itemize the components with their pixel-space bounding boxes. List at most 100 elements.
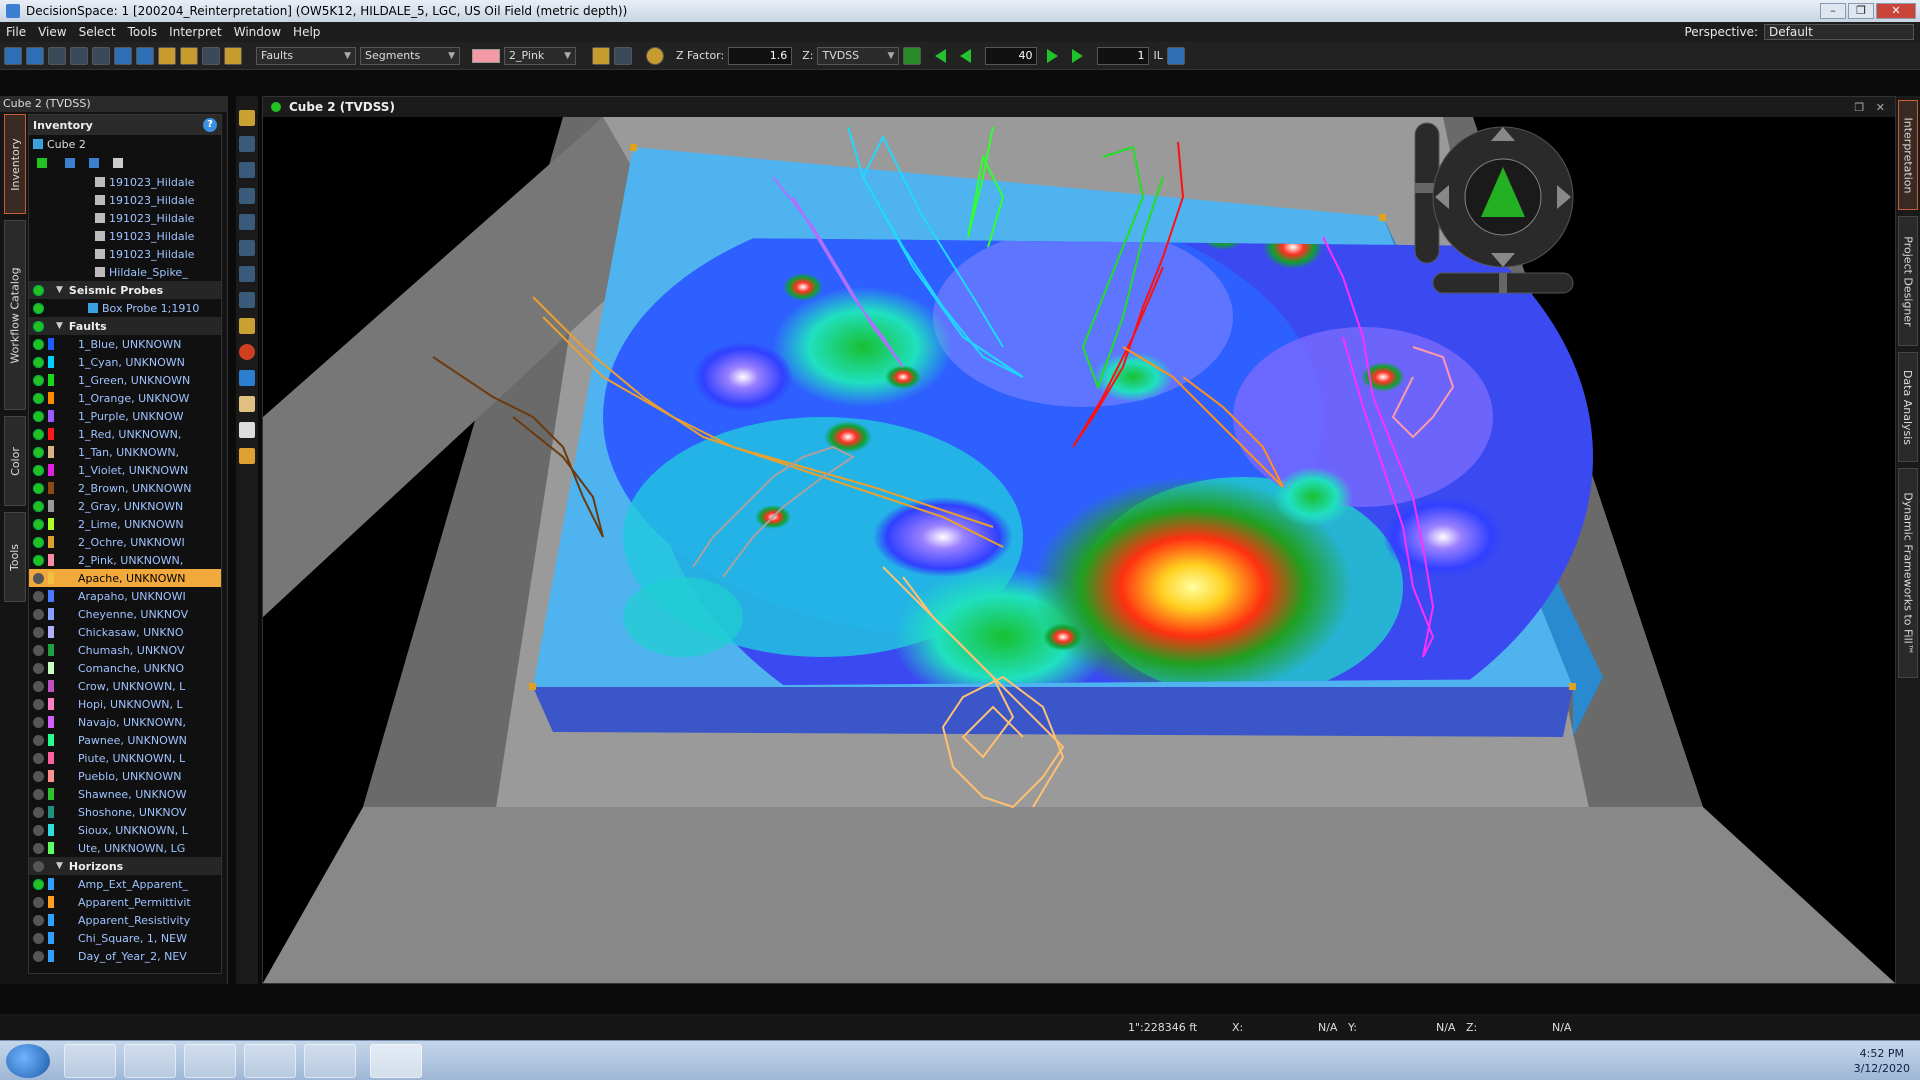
system-clock[interactable]: 4:52 PM 3/12/2020 [1854,1046,1910,1076]
restore-button[interactable]: ❐ [1848,3,1874,19]
horizon-item[interactable]: Apparent_Resistivity [29,911,221,929]
chrome-icon[interactable] [244,1044,296,1078]
expand-icon[interactable]: ▼ [56,285,63,295]
export-icon[interactable] [1166,46,1185,65]
fault-item[interactable]: 1_Green, UNKNOWN [29,371,221,389]
fit-view-icon[interactable] [239,214,255,230]
menu-interpret[interactable]: Interpret [163,25,228,39]
zoom-tool-icon[interactable] [239,136,255,152]
zfactor-input[interactable]: 1.6 [728,46,793,65]
open-session-icon[interactable] [26,46,44,65]
tab-tools[interactable]: Tools [4,512,26,602]
undo-icon[interactable] [592,46,610,65]
fault-item[interactable]: Apache, UNKNOWN [29,569,221,587]
tab-project-designer[interactable]: Project Designer [1898,216,1918,346]
expand-icon[interactable]: ▼ [56,861,63,871]
visibility-toggle[interactable] [33,626,44,638]
visibility-toggle[interactable] [33,662,44,674]
camera-icon[interactable] [202,46,220,65]
visibility-toggle[interactable] [33,590,44,602]
new-session-icon[interactable] [4,46,22,65]
menu-file[interactable]: File [0,25,32,39]
visibility-toggle[interactable] [33,392,44,404]
inventory-item[interactable]: 191023_Hildale [29,245,221,263]
visibility-toggle[interactable] [33,734,44,746]
media-player-icon[interactable] [184,1044,236,1078]
visibility-toggle[interactable] [33,554,44,566]
start-button[interactable] [6,1044,50,1078]
layer-icon[interactable] [114,46,132,65]
fault-item[interactable]: 1_Purple, UNKNOW [29,407,221,425]
navigate-icon[interactable] [136,46,154,65]
pointer-icon[interactable] [239,422,255,438]
probe-icon[interactable] [239,318,255,334]
faults-group[interactable]: ▼ Faults [29,317,221,335]
visibility-toggle[interactable] [33,752,44,764]
visibility-toggle[interactable] [33,770,44,782]
fault-item[interactable]: 1_Orange, UNKNOW [29,389,221,407]
frame-input[interactable]: 40 [985,46,1038,65]
ie-icon[interactable] [64,1044,116,1078]
pencil-icon[interactable] [224,46,242,65]
fault-item[interactable]: Pueblo, UNKNOWN [29,767,221,785]
rotate-slider-thumb[interactable] [1499,273,1507,293]
play-forward-icon[interactable] [1072,48,1084,63]
explorer-icon[interactable] [124,1044,176,1078]
fault-dropdown[interactable]: 2_Pink ▼ [504,46,576,65]
step-forward-icon[interactable] [1047,48,1059,63]
visibility-toggle[interactable] [33,932,44,944]
tab-workflow-catalog[interactable]: Workflow Catalog [4,220,26,410]
visibility-toggle[interactable] [33,518,44,530]
play-back-icon[interactable] [935,48,947,63]
tab-dynamic-frameworks[interactable]: Dynamic Frameworks to Fill™ [1898,468,1918,678]
cube-node[interactable]: Cube 2 [29,135,221,153]
add-icon[interactable] [37,158,47,168]
horizon-item[interactable]: Day_of_Year_2, NEV [29,947,221,965]
visibility-toggle[interactable] [33,482,44,494]
pan-hand-icon[interactable] [239,396,255,412]
fault-item[interactable]: Ute, UNKNOWN, LG [29,839,221,857]
perspective-select[interactable]: Default [1764,24,1914,40]
light-icon[interactable] [646,46,664,65]
cube-view-icon[interactable] [239,266,255,282]
minimize-button[interactable]: – [1820,3,1846,19]
tree-icon[interactable] [89,158,99,168]
visibility-toggle[interactable] [33,698,44,710]
menu-select[interactable]: Select [73,25,122,39]
horizon-item[interactable]: Chi_Square, 1, NEW [29,929,221,947]
visibility-toggle[interactable] [33,680,44,692]
seismic-probes-group[interactable]: ▼ Seismic Probes [29,281,221,299]
horizon-item[interactable]: Apparent_Permittivit [29,893,221,911]
horizon-item[interactable]: Amp_Ext_Apparent_ [29,875,221,893]
fault-item[interactable]: Arapaho, UNKNOWI [29,587,221,605]
viewport-controls[interactable]: ❐ ✕ [1854,101,1885,114]
fault-item[interactable]: Shawnee, UNKNOW [29,785,221,803]
3d-viewport[interactable]: Cube 2 (TVDSS) ❐ ✕ [262,96,1896,984]
fault-item[interactable]: 2_Gray, UNKNOWN [29,497,221,515]
paint-icon[interactable] [304,1044,356,1078]
visibility-toggle[interactable] [33,788,44,800]
visibility-toggle[interactable] [33,608,44,620]
pick-icon[interactable] [158,46,176,65]
fault-item[interactable]: Chickasaw, UNKNO [29,623,221,641]
visibility-toggle[interactable] [33,338,44,350]
fault-item[interactable]: Comanche, UNKNO [29,659,221,677]
inventory-item[interactable]: 191023_Hildale [29,209,221,227]
fault-item[interactable]: 2_Brown, UNKNOWN [29,479,221,497]
fault-color-swatch[interactable] [472,48,500,63]
fault-item[interactable]: Hopi, UNKNOWN, L [29,695,221,713]
expand-icon[interactable]: ▼ [56,321,63,331]
fault-item[interactable]: Cheyenne, UNKNOV [29,605,221,623]
menu-view[interactable]: View [32,25,72,39]
mode-dropdown[interactable]: Segments ▼ [360,46,460,65]
box-icon[interactable] [180,46,198,65]
save-icon[interactable] [48,46,66,65]
menu-help[interactable]: Help [287,25,326,39]
list-icon[interactable] [65,158,75,168]
inventory-item[interactable]: 191023_Hildale [29,227,221,245]
visibility-toggle[interactable] [33,644,44,656]
pencil-tool-icon[interactable] [239,448,255,464]
visibility-toggle[interactable] [33,716,44,728]
fault-item[interactable]: 1_Blue, UNKNOWN [29,335,221,353]
fault-item[interactable]: Navajo, UNKNOWN, [29,713,221,731]
